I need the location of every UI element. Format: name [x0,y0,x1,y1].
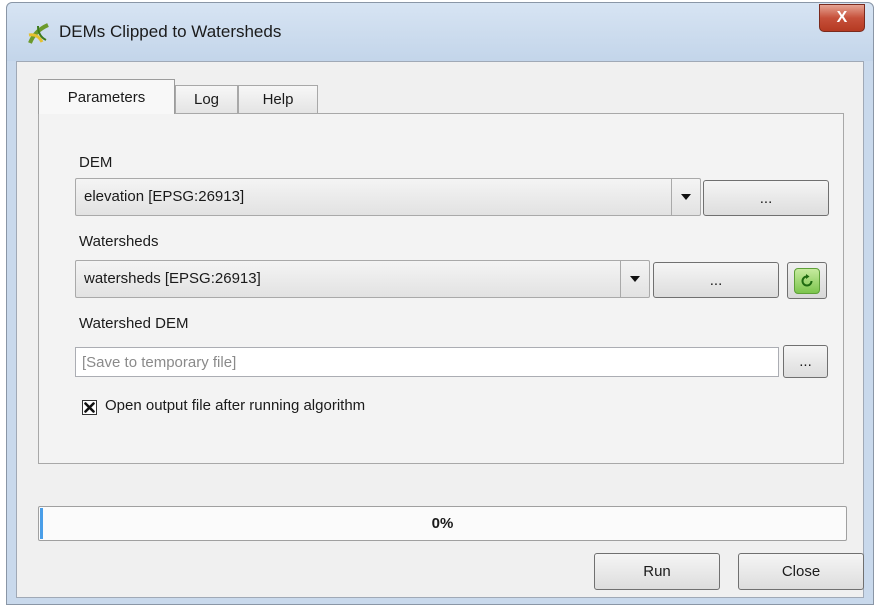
tab-parameters[interactable]: Parameters [38,79,175,114]
close-button-label: Close [781,563,821,580]
tab-label: Log [193,91,220,108]
progress-bar: 0% [38,506,847,541]
dem-label: DEM [79,154,113,171]
checkmark-icon [84,402,95,413]
reload-layers-button[interactable] [787,262,827,299]
open-output-label: Open output file after running algorithm [105,397,366,414]
run-button[interactable]: Run [594,553,720,590]
reload-icon [794,267,820,294]
progress-text: 0% [431,515,454,532]
browse-button-label: ... [709,271,723,289]
tab-label: Help [262,91,294,108]
combo-divider [671,179,672,215]
open-output-checkbox[interactable] [82,400,97,415]
combo-divider [620,261,621,297]
watersheds-select[interactable]: watersheds [EPSG:26913] [75,260,650,298]
browse-button-label: ... [799,353,812,370]
close-button[interactable]: Close [738,553,864,590]
watersheds-browse-button[interactable]: ... [653,262,779,298]
window-close-button[interactable]: X [819,4,865,32]
close-icon: X [836,9,848,26]
watershed-dem-browse-button[interactable]: ... [783,345,828,378]
tab-label: Parameters [67,88,146,106]
watershed-dem-output-field[interactable] [75,347,779,377]
window-title: DEMs Clipped to Watersheds [59,22,282,41]
dem-select-value: elevation [EPSG:26913] [84,188,245,205]
chevron-down-icon [681,194,691,200]
dem-select[interactable]: elevation [EPSG:26913] [75,178,701,216]
chevron-down-icon [630,276,640,282]
tab-log[interactable]: Log [175,85,238,113]
watershed-dem-label: Watershed DEM [79,315,189,332]
dem-browse-button[interactable]: ... [703,180,829,216]
title-bar[interactable]: DEMs Clipped to Watersheds X [7,3,873,61]
watersheds-label: Watersheds [79,233,159,250]
dialog-window: DEMs Clipped to Watersheds X Parameters … [6,2,874,605]
parameters-panel: DEM elevation [EPSG:26913] ... Watershed… [38,113,844,464]
watersheds-select-value: watersheds [EPSG:26913] [84,270,261,287]
tab-help[interactable]: Help [238,85,318,113]
dialog-body: Parameters Log Help DEM elevation [EPSG:… [16,61,864,598]
browse-button-label: ... [759,189,773,207]
run-button-label: Run [643,563,671,580]
qgis-icon [28,23,49,44]
